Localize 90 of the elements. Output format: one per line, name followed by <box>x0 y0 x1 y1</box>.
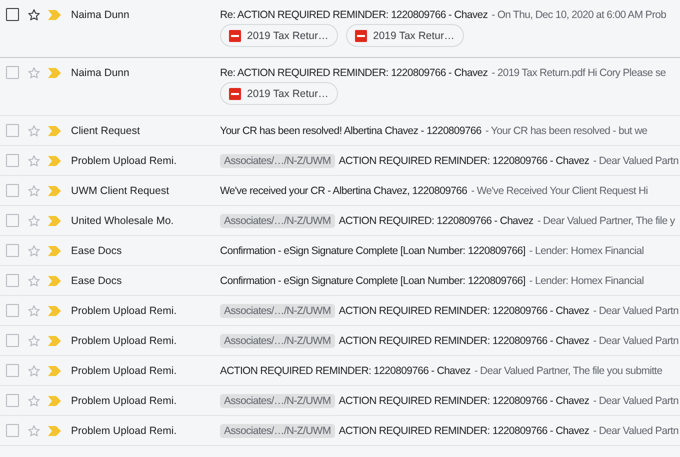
email-snippet: - Lender: Homex Financial <box>529 244 644 256</box>
star-icon[interactable] <box>27 274 41 288</box>
sender-name: Problem Upload Remi. <box>71 154 177 166</box>
email-subject: Re: ACTION REQUIRED REMINDER: 1220809766 - Chavez <box>220 8 488 20</box>
sender-name: Problem Upload Remi. <box>71 394 177 406</box>
email-snippet: - Dear Valued Partner, The file y <box>537 214 675 226</box>
star-icon[interactable] <box>27 364 41 378</box>
pdf-icon <box>229 30 241 42</box>
star-icon[interactable] <box>27 66 41 80</box>
star-icon[interactable] <box>27 394 41 408</box>
star-icon[interactable] <box>27 154 41 168</box>
checkbox[interactable] <box>6 154 19 167</box>
pdf-icon <box>229 88 241 100</box>
email-snippet: - Your CR has been resolved - but we <box>485 124 648 136</box>
checkbox[interactable] <box>6 424 19 437</box>
checkbox[interactable] <box>6 334 19 347</box>
email-subject: ACTION REQUIRED REMINDER: 1220809766 - Chavez <box>220 364 470 376</box>
email-snippet: - We've Received Your Client Request Hi <box>471 184 648 196</box>
email-subject: ACTION REQUIRED REMINDER: 1220809766 - Chavez <box>338 154 590 166</box>
attachment-chip[interactable]: 2019 Tax Retur… <box>220 82 338 105</box>
star-icon[interactable] <box>27 124 41 138</box>
label-tag[interactable]: Associates/…/N-Z/UWM <box>220 394 335 408</box>
email-subject: ACTION REQUIRED REMINDER: 1220809766 - Chavez <box>338 304 590 316</box>
email-subject: ACTION REQUIRED: 1220809766 - Chavez <box>338 214 534 226</box>
importance-marker-icon[interactable] <box>48 186 61 196</box>
checkbox[interactable] <box>6 364 19 377</box>
importance-marker-icon[interactable] <box>48 68 61 78</box>
label-tag[interactable]: Associates/…/N-Z/UWM <box>220 424 335 438</box>
email-snippet: - Dear Valued Partn <box>593 394 678 406</box>
sender-name: UWM Client Request <box>71 184 170 196</box>
label-tag[interactable]: Associates/…/N-Z/UWM <box>220 154 335 168</box>
star-icon[interactable] <box>27 8 41 22</box>
importance-marker-icon[interactable] <box>48 366 61 376</box>
email-subject: ACTION REQUIRED REMINDER: 1220809766 - Chavez <box>338 424 590 436</box>
email-snippet: - On Thu, Dec 10, 2020 at 6:00 AM Prob <box>492 8 666 20</box>
importance-marker-icon[interactable] <box>48 336 61 346</box>
sender-name: United Wholesale Mo. <box>71 214 174 226</box>
importance-marker-icon[interactable] <box>48 396 61 406</box>
sender-name: Problem Upload Remi. <box>71 334 177 346</box>
attachment-chip[interactable]: 2019 Tax Retur… <box>346 24 464 47</box>
pdf-icon <box>355 30 367 42</box>
checkbox[interactable] <box>6 394 19 407</box>
importance-marker-icon[interactable] <box>48 306 61 316</box>
star-icon[interactable] <box>27 304 41 318</box>
checkbox[interactable] <box>6 274 19 287</box>
importance-marker-icon[interactable] <box>48 246 61 256</box>
email-snippet: - Dear Valued Partner, The file you submitte <box>474 364 662 376</box>
email-subject: Your CR has been resolved! Albertina Chavez - 1220809766 <box>220 124 482 136</box>
checkbox[interactable] <box>6 244 19 257</box>
email-snippet: - Dear Valued Partn <box>593 304 678 316</box>
email-subject: ACTION REQUIRED REMINDER: 1220809766 - Chavez <box>338 394 590 406</box>
sender-name: Problem Upload Remi. <box>71 364 177 376</box>
label-tag[interactable]: Associates/…/N-Z/UWM <box>220 304 335 318</box>
sender-name: Naima Dunn <box>71 8 130 20</box>
checkbox[interactable] <box>6 184 19 197</box>
email-subject: We've received your CR - Albertina Chavez, 1220809766 <box>220 184 468 196</box>
star-icon[interactable] <box>27 184 41 198</box>
importance-marker-icon[interactable] <box>48 126 61 136</box>
importance-marker-icon[interactable] <box>48 156 61 166</box>
checkbox[interactable] <box>6 66 19 79</box>
email-subject: ACTION REQUIRED REMINDER: 1220809766 - Chavez <box>338 334 590 346</box>
email-snippet: - 2019 Tax Return.pdf Hi Cory Please se <box>492 66 666 78</box>
star-icon[interactable] <box>27 424 41 438</box>
label-tag[interactable]: Associates/…/N-Z/UWM <box>220 214 335 228</box>
email-snippet: - Lender: Homex Financial <box>529 274 644 286</box>
email-snippet: - Dear Valued Partn <box>593 334 678 346</box>
importance-marker-icon[interactable] <box>48 216 61 226</box>
email-snippet: - Dear Valued Partn <box>593 424 678 436</box>
sender-name: Ease Docs <box>71 244 122 256</box>
star-icon[interactable] <box>27 214 41 228</box>
importance-marker-icon[interactable] <box>48 10 61 20</box>
sender-name: Problem Upload Remi. <box>71 424 177 436</box>
sender-name: Ease Docs <box>71 274 122 286</box>
checkbox[interactable] <box>6 8 19 21</box>
email-subject: Confirmation - eSign Signature Complete [Loan Number: 1220809766] <box>220 274 526 286</box>
sender-name: Problem Upload Remi. <box>71 304 177 316</box>
email-snippet: - Dear Valued Partn <box>593 154 678 166</box>
label-tag[interactable]: Associates/…/N-Z/UWM <box>220 334 335 348</box>
checkbox[interactable] <box>6 124 19 137</box>
star-icon[interactable] <box>27 334 41 348</box>
star-icon[interactable] <box>27 244 41 258</box>
checkbox[interactable] <box>6 214 19 227</box>
checkbox[interactable] <box>6 304 19 317</box>
importance-marker-icon[interactable] <box>48 276 61 286</box>
sender-name: Naima Dunn <box>71 66 130 78</box>
importance-marker-icon[interactable] <box>48 426 61 436</box>
sender-name: Client Request <box>71 124 140 136</box>
attachment-chip[interactable]: 2019 Tax Retur… <box>220 24 338 47</box>
email-subject: Re: ACTION REQUIRED REMINDER: 1220809766 - Chavez <box>220 66 488 78</box>
email-subject: Confirmation - eSign Signature Complete [Loan Number: 1220809766] <box>220 244 526 256</box>
